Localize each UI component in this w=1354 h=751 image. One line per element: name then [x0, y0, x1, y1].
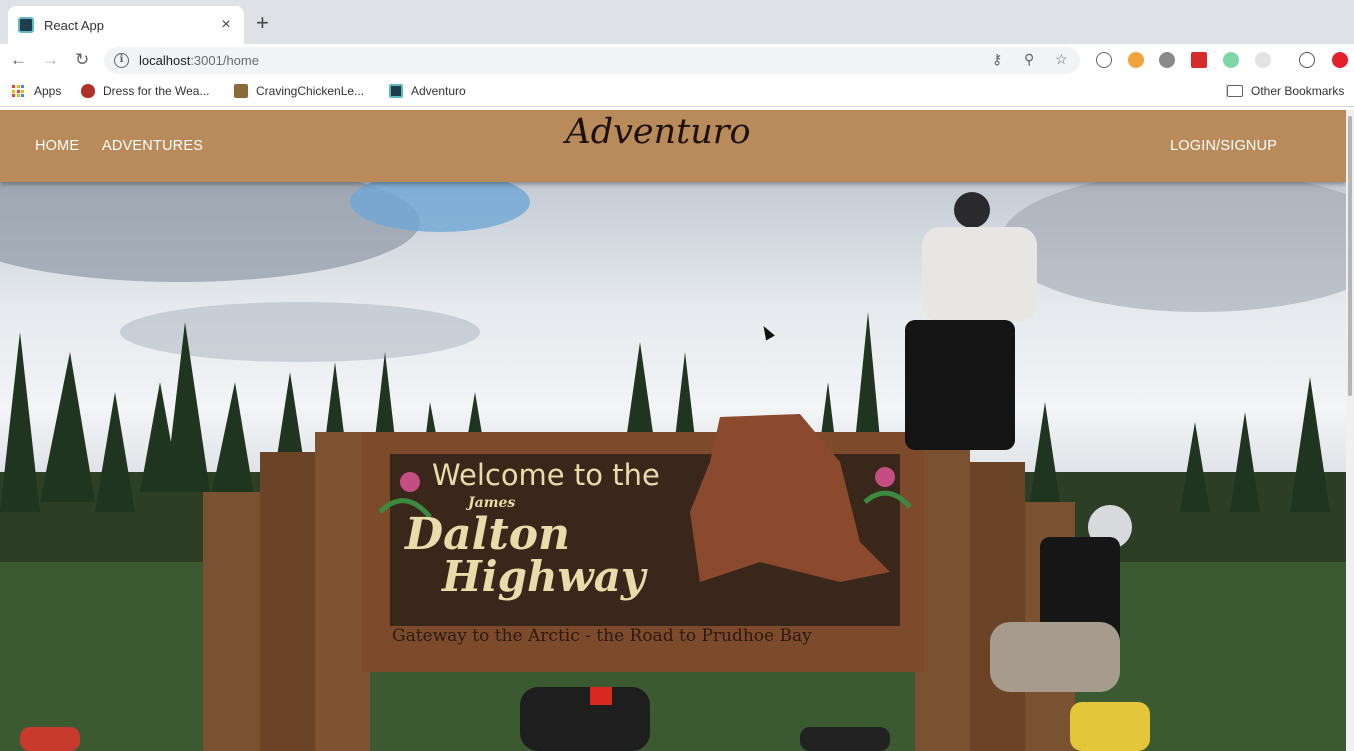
tab-strip: React App × +: [0, 0, 1354, 44]
sign-line-welcome: Welcome to the: [432, 458, 660, 492]
hero-image: Welcome to the James Dalton Highway Gate…: [0, 182, 1346, 751]
bookmark-star-icon[interactable]: ☆: [1055, 51, 1068, 68]
back-arrow-icon[interactable]: ←: [10, 50, 27, 70]
app-header: HOME ADVENTURES Adventuro LOGIN/SIGNUP: [0, 110, 1346, 182]
bookmark-label: Apps: [34, 84, 62, 98]
close-tab-icon[interactable]: ×: [218, 16, 234, 34]
extension-5-icon[interactable]: [1223, 52, 1239, 68]
hero-photo-graphic: [0, 182, 1346, 751]
reload-icon[interactable]: ↻: [75, 50, 89, 70]
bookmark-apps[interactable]: Apps: [12, 84, 61, 98]
extension-6-icon[interactable]: [1255, 52, 1271, 68]
raspberry-icon: [81, 84, 95, 98]
image-favicon-icon: [234, 84, 248, 98]
key-icon[interactable]: ⚷: [992, 51, 1002, 68]
extension-3-icon[interactable]: [1159, 52, 1175, 68]
login-signup-link[interactable]: LOGIN/SIGNUP: [1170, 138, 1277, 154]
apps-grid-icon: [12, 85, 25, 97]
zoom-icon[interactable]: ⚲: [1024, 51, 1034, 68]
opera-icon[interactable]: [1332, 52, 1348, 68]
extension-1-icon[interactable]: [1096, 52, 1112, 68]
extension-2-icon[interactable]: [1128, 52, 1144, 68]
other-bookmarks-label: Other Bookmarks: [1251, 84, 1345, 98]
extension-4-icon[interactable]: [1191, 52, 1207, 68]
profile-avatar-icon[interactable]: [1299, 52, 1315, 68]
tab-title: React App: [44, 17, 104, 33]
page-viewport: HOME ADVENTURES Adventuro LOGIN/SIGNUP W…: [0, 110, 1346, 751]
browser-toolbar: ← → ↻ i localhost:3001/home ⚷ ⚲ ☆: [0, 44, 1354, 77]
bookmark-label: CravingChickenLe...: [256, 84, 365, 98]
sign-line-gateway: Gateway to the Arctic - the Road to Prud…: [392, 626, 812, 646]
browser-tab[interactable]: React App ×: [8, 6, 244, 44]
url-host: localhost: [139, 53, 191, 68]
bookmark-label: Dress for the Wea...: [103, 84, 210, 98]
url-path: :3001/home: [190, 53, 259, 68]
bookmark-label: Adventuro: [411, 84, 466, 98]
new-tab-button[interactable]: +: [256, 12, 269, 34]
other-bookmarks[interactable]: Other Bookmarks: [1226, 84, 1344, 98]
react-app-favicon-icon: [18, 17, 34, 33]
brand-title[interactable]: Adventuro: [0, 112, 1316, 152]
bookmark-adventuro[interactable]: Adventuro: [389, 84, 466, 98]
bookmark-craving-chicken[interactable]: CravingChickenLe...: [234, 84, 364, 98]
bookmark-dress-for-the-weather[interactable]: Dress for the Wea...: [81, 84, 209, 98]
address-bar[interactable]: i localhost:3001/home ⚷ ⚲ ☆: [104, 47, 1080, 74]
sign-line-highway: Highway: [442, 552, 646, 601]
react-favicon-icon: [389, 84, 403, 98]
forward-arrow-icon[interactable]: →: [42, 50, 59, 70]
site-info-icon[interactable]: i: [114, 53, 129, 68]
url-text[interactable]: localhost:3001/home: [139, 53, 259, 68]
scrollbar-thumb[interactable]: [1348, 116, 1352, 396]
bookmarks-bar: Apps Dress for the Wea... CravingChicken…: [0, 77, 1354, 107]
page-scrollbar[interactable]: [1346, 110, 1354, 751]
folder-icon: [1227, 85, 1243, 97]
